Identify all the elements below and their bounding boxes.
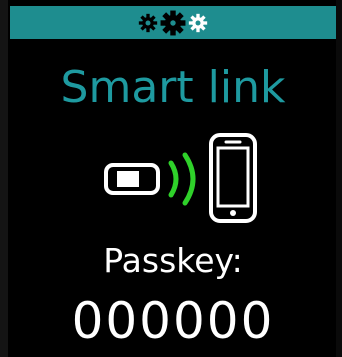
- right-bezel: [336, 0, 342, 357]
- gear-large-icon: [160, 10, 186, 36]
- passkey-value: 000000: [71, 292, 275, 350]
- left-bezel: [0, 0, 8, 357]
- gear-small-icon: [188, 13, 208, 33]
- signal-waves-icon: [165, 149, 205, 213]
- watch-icon: [103, 162, 161, 200]
- smart-link-screen: Smart link Passkey: 000000: [0, 0, 342, 357]
- smartphone-icon: [208, 132, 258, 228]
- status-bar: [10, 6, 336, 39]
- passkey-label: Passkey:: [103, 241, 243, 280]
- gear-small-icon: [138, 13, 158, 33]
- link-illustration: [10, 132, 336, 232]
- page-title: Smart link: [60, 62, 286, 113]
